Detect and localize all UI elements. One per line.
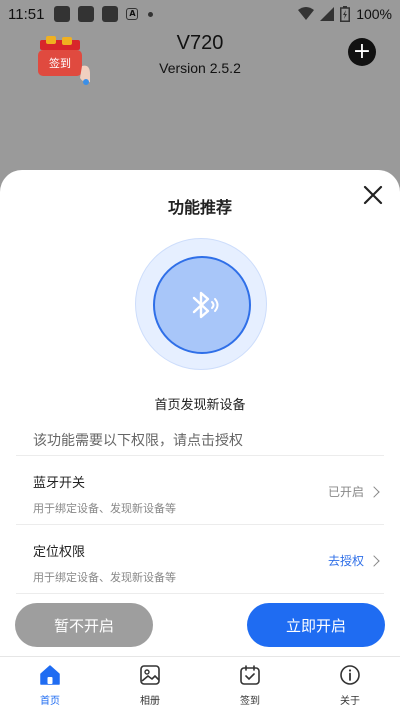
- wifi-icon: [298, 7, 315, 20]
- permission-status-label: 已开启: [327, 485, 364, 499]
- permission-name: 定位权限: [33, 545, 86, 560]
- nav-item-album[interactable]: 相册: [100, 657, 200, 711]
- calendar-check-icon: [240, 665, 260, 685]
- battery-icon: [340, 6, 351, 22]
- app-name: V720: [176, 32, 224, 54]
- nav-label: 关于: [340, 696, 360, 707]
- permission-status: 已开启: [327, 483, 380, 500]
- add-device-button[interactable]: +: [348, 38, 376, 66]
- permission-hint: 该功能需要以下权限，请点击授权: [33, 433, 243, 449]
- permission-row-bluetooth[interactable]: 蓝牙开关 用于绑定设备、发现新设备等 已开启: [0, 456, 400, 524]
- nav-item-about[interactable]: 关于: [300, 657, 400, 711]
- chevron-right-icon: [368, 485, 380, 498]
- status-time: 11:51: [8, 5, 45, 23]
- chevron-right-icon: [368, 554, 380, 567]
- bluetooth-icon: [192, 291, 219, 319]
- bottom-nav: 首页 相册 签到 关于: [0, 656, 400, 711]
- notification-icon: [54, 6, 71, 22]
- permission-status-label: 去授权: [327, 554, 364, 568]
- notification-icon: [102, 6, 119, 22]
- sheet-title: 功能推荐: [167, 198, 232, 217]
- bluetooth-illustration: [135, 238, 267, 370]
- nav-item-home[interactable]: 首页: [0, 657, 100, 711]
- home-icon: [40, 665, 60, 685]
- permission-status[interactable]: 去授权: [327, 552, 380, 569]
- battery-percent: 100%: [356, 6, 392, 22]
- notification-icon: [78, 6, 95, 22]
- feature-recommendation-sheet: 功能推荐 首页发现新设备 该功能需要以下权限，请点击授权 蓝牙开关 用于绑定设备…: [0, 170, 400, 656]
- enable-now-button[interactable]: 立即开启: [247, 603, 385, 647]
- divider: [16, 593, 384, 594]
- app-header: 签到 V720 Version 2.5.2 +: [0, 28, 400, 88]
- close-icon[interactable]: [362, 184, 384, 206]
- info-icon: [340, 665, 360, 685]
- not-now-button[interactable]: 暂不开启: [15, 603, 153, 647]
- status-bar: 11:51 A 100%: [0, 0, 400, 28]
- nav-item-checkin[interactable]: 签到: [200, 657, 300, 711]
- permission-description: 用于绑定设备、发现新设备等: [33, 571, 176, 584]
- more-notifications-icon: [148, 11, 154, 17]
- nav-label: 首页: [40, 696, 60, 707]
- notification-icon: A: [126, 8, 139, 20]
- signal-icon: [320, 7, 335, 21]
- plus-icon: +: [352, 39, 372, 64]
- permission-name: 蓝牙开关: [33, 476, 86, 491]
- nav-label: 签到: [240, 696, 260, 707]
- app-version: Version 2.5.2: [159, 60, 241, 76]
- album-icon: [140, 665, 160, 685]
- nav-label: 相册: [140, 696, 160, 707]
- permission-row-location[interactable]: 定位权限 用于绑定设备、发现新设备等 去授权: [0, 525, 400, 593]
- permission-description: 用于绑定设备、发现新设备等: [33, 502, 176, 515]
- feature-caption: 首页发现新设备: [154, 398, 246, 413]
